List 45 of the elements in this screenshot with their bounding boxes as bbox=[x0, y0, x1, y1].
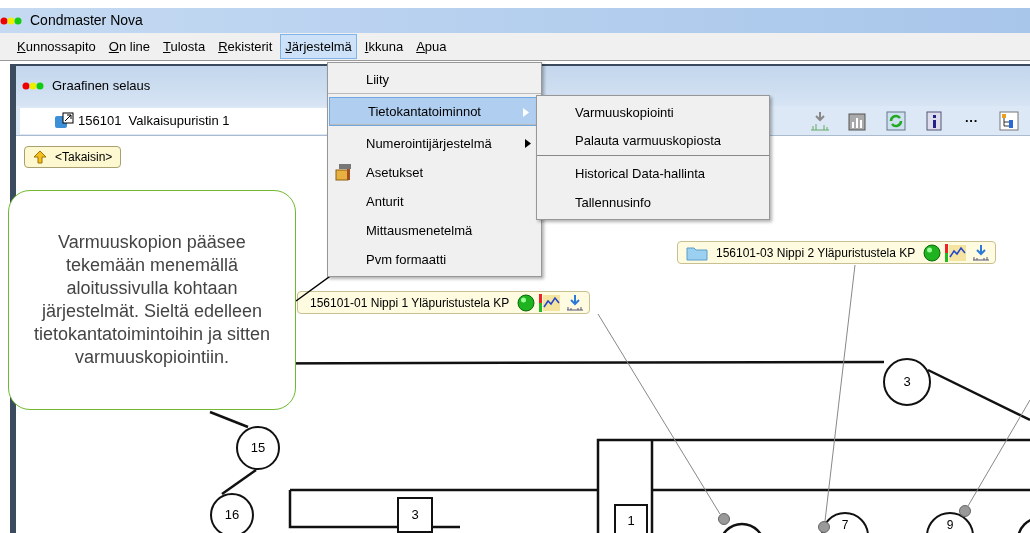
tree-view-icon[interactable] bbox=[998, 109, 1020, 132]
status-ok-icon bbox=[923, 243, 942, 262]
inner-window-title: Graafinen selaus bbox=[52, 77, 151, 96]
traffic-light-icon bbox=[0, 16, 22, 25]
trend-chart-icon bbox=[945, 243, 968, 262]
menu-item[interactable]: Rekisterit bbox=[213, 33, 278, 60]
back-button[interactable]: <Takaisin> bbox=[24, 146, 122, 168]
folder-icon bbox=[686, 244, 708, 261]
menu-option[interactable]: Pvm formaatti bbox=[328, 245, 541, 274]
menu-option[interactable]: Palauta varmuuskopiosta bbox=[537, 127, 769, 156]
status-ok-icon bbox=[517, 293, 536, 312]
numbered-square: 3 bbox=[397, 497, 433, 533]
machine-link-icon bbox=[54, 111, 74, 130]
menu-option[interactable]: Tallennusinfo bbox=[537, 188, 769, 217]
tag-label: 156101-03 Nippi 2 Yläpuristustela KP bbox=[715, 244, 917, 262]
more-button[interactable]: ··· bbox=[961, 110, 982, 131]
menu-option[interactable]: Historical Data-hallinta bbox=[537, 159, 769, 188]
measurement-point-tag[interactable]: 156101-03 Nippi 2 Yläpuristustela KP bbox=[677, 241, 997, 264]
hammer-tool-icon bbox=[334, 162, 354, 182]
menu-option[interactable]: Mittausmenetelmä bbox=[328, 216, 541, 245]
menu-item[interactable]: Ikkuna bbox=[359, 33, 409, 60]
window-title: Condmaster Nova bbox=[30, 11, 143, 30]
trend-chart-icon bbox=[539, 293, 562, 312]
submenu-arrow-icon bbox=[525, 139, 531, 148]
callout-text: Varmuuskopion pääsee tekemään menemällä aloitussivulla kohtaan järjestelmät. Sieltä edelleen tietokantatoimintoihin ja sitten varmuuskopiointiin. bbox=[32, 231, 272, 369]
menu-item[interactable]: Tulosta bbox=[158, 33, 211, 60]
menu-item[interactable]: Järjestelmä bbox=[280, 33, 357, 60]
menu-item[interactable]: Kunnossapito bbox=[12, 33, 101, 60]
submenu-arrow-icon bbox=[523, 108, 529, 117]
download-chart-icon bbox=[971, 243, 992, 262]
menu-option[interactable]: Liity bbox=[328, 65, 541, 94]
measurement-point-tag[interactable]: 156101-01 Nippi 1 Yläpuristustela KP bbox=[297, 291, 591, 314]
location-label: 156101 Valkaisupuristin 1 bbox=[78, 111, 230, 130]
up-arrow-icon bbox=[33, 150, 47, 164]
tag-label: 156101-01 Nippi 1 Yläpuristustela KP bbox=[309, 294, 511, 312]
chart-download-icon[interactable] bbox=[809, 109, 831, 132]
sensor-point[interactable] bbox=[818, 521, 830, 533]
numbered-square: 1 bbox=[614, 504, 648, 533]
info-icon[interactable] bbox=[923, 109, 945, 132]
menu-item[interactable]: On line bbox=[103, 33, 155, 60]
traffic-light-icon bbox=[22, 82, 44, 90]
download-chart-icon bbox=[565, 293, 586, 312]
menu-item[interactable]: Apua bbox=[411, 33, 452, 60]
menu-option[interactable]: Varmuuskopiointi bbox=[537, 98, 769, 127]
sensor-point[interactable] bbox=[959, 505, 971, 517]
